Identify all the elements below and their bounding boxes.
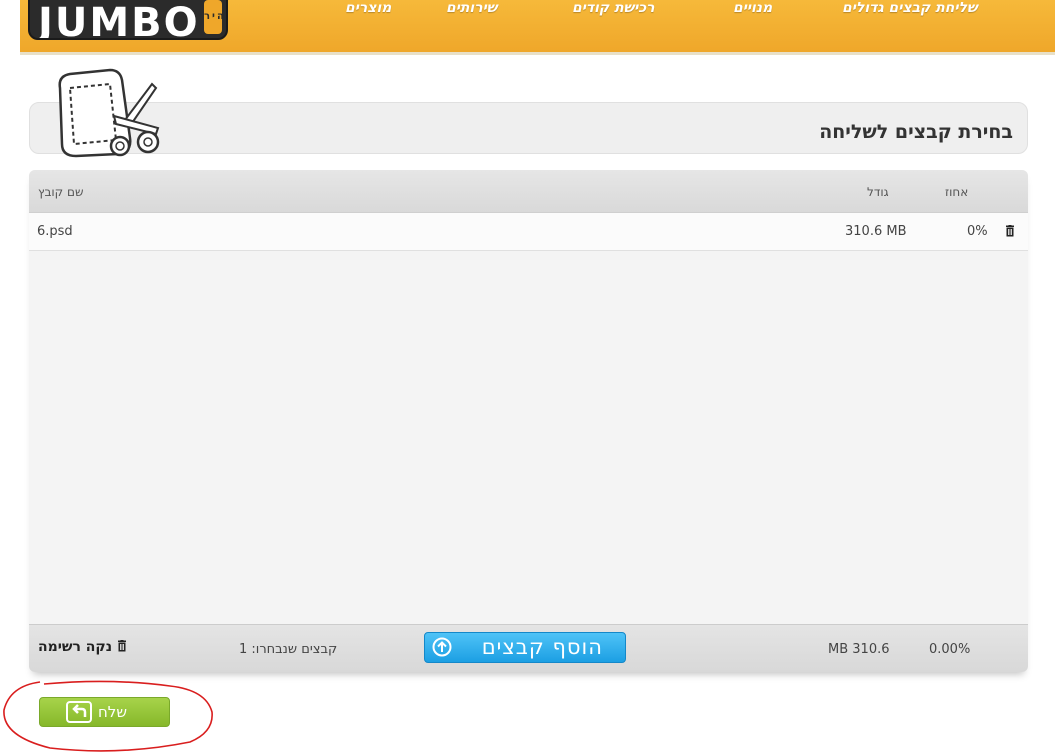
- clear-list-label: נקה רשימה: [38, 639, 113, 655]
- nav-send-large-files[interactable]: שליחת קבצים גדולים: [842, 0, 978, 20]
- logo-text: JUMBO: [38, 0, 200, 40]
- column-header-percent: אחוז: [945, 185, 969, 199]
- add-files-label: הוסף קבצים: [481, 635, 603, 659]
- header-bar: JUMBO מהיר שליחת קבצים גדולים מנויים רכי…: [20, 0, 1055, 55]
- jumbo-logo[interactable]: JUMBO מהיר: [28, 0, 228, 40]
- file-table: שם קובץ גודל אחוז 6.psd 310.6 MB 0% נקה …: [29, 170, 1028, 672]
- file-size: 310.6 MB: [845, 224, 907, 239]
- nav-buy-codes[interactable]: רכישת קודים: [572, 0, 655, 20]
- page-title: בחירת קבצים לשליחה: [819, 121, 1013, 143]
- logo-badge: מהיר: [204, 0, 226, 34]
- file-name: 6.psd: [37, 224, 73, 239]
- total-percent: 0.00%: [929, 642, 971, 657]
- trash-icon[interactable]: [1005, 225, 1015, 237]
- upload-arrow-icon: [432, 637, 452, 657]
- table-row[interactable]: 6.psd 310.6 MB 0%: [29, 213, 1028, 251]
- column-header-size: גודל: [867, 185, 889, 199]
- selected-files-count: קבצים שנבחרו: 1: [239, 642, 338, 657]
- clear-list-button[interactable]: נקה רשימה: [38, 639, 127, 655]
- page: JUMBO מהיר שליחת קבצים גדולים מנויים רכי…: [0, 0, 1055, 754]
- column-header-name: שם קובץ: [38, 185, 84, 199]
- title-panel: בחירת קבצים לשליחה: [29, 102, 1028, 154]
- red-circle-annotation: [3, 680, 213, 752]
- file-percent: 0%: [967, 224, 988, 239]
- nav-subscriptions[interactable]: מנויים: [733, 0, 772, 20]
- add-files-button[interactable]: הוסף קבצים: [424, 632, 626, 663]
- nav-products[interactable]: מוצרים: [345, 0, 391, 20]
- trash-icon: [117, 640, 126, 652]
- table-header: שם קובץ גודל אחוז: [29, 170, 1028, 213]
- nav-services[interactable]: שירותים: [446, 0, 497, 20]
- table-footer: נקה רשימה קבצים שנבחרו: 1 הוסף קבצים 310…: [29, 624, 1028, 672]
- total-size: 310.6 MB: [828, 642, 890, 657]
- scissors-icon: [58, 68, 160, 158]
